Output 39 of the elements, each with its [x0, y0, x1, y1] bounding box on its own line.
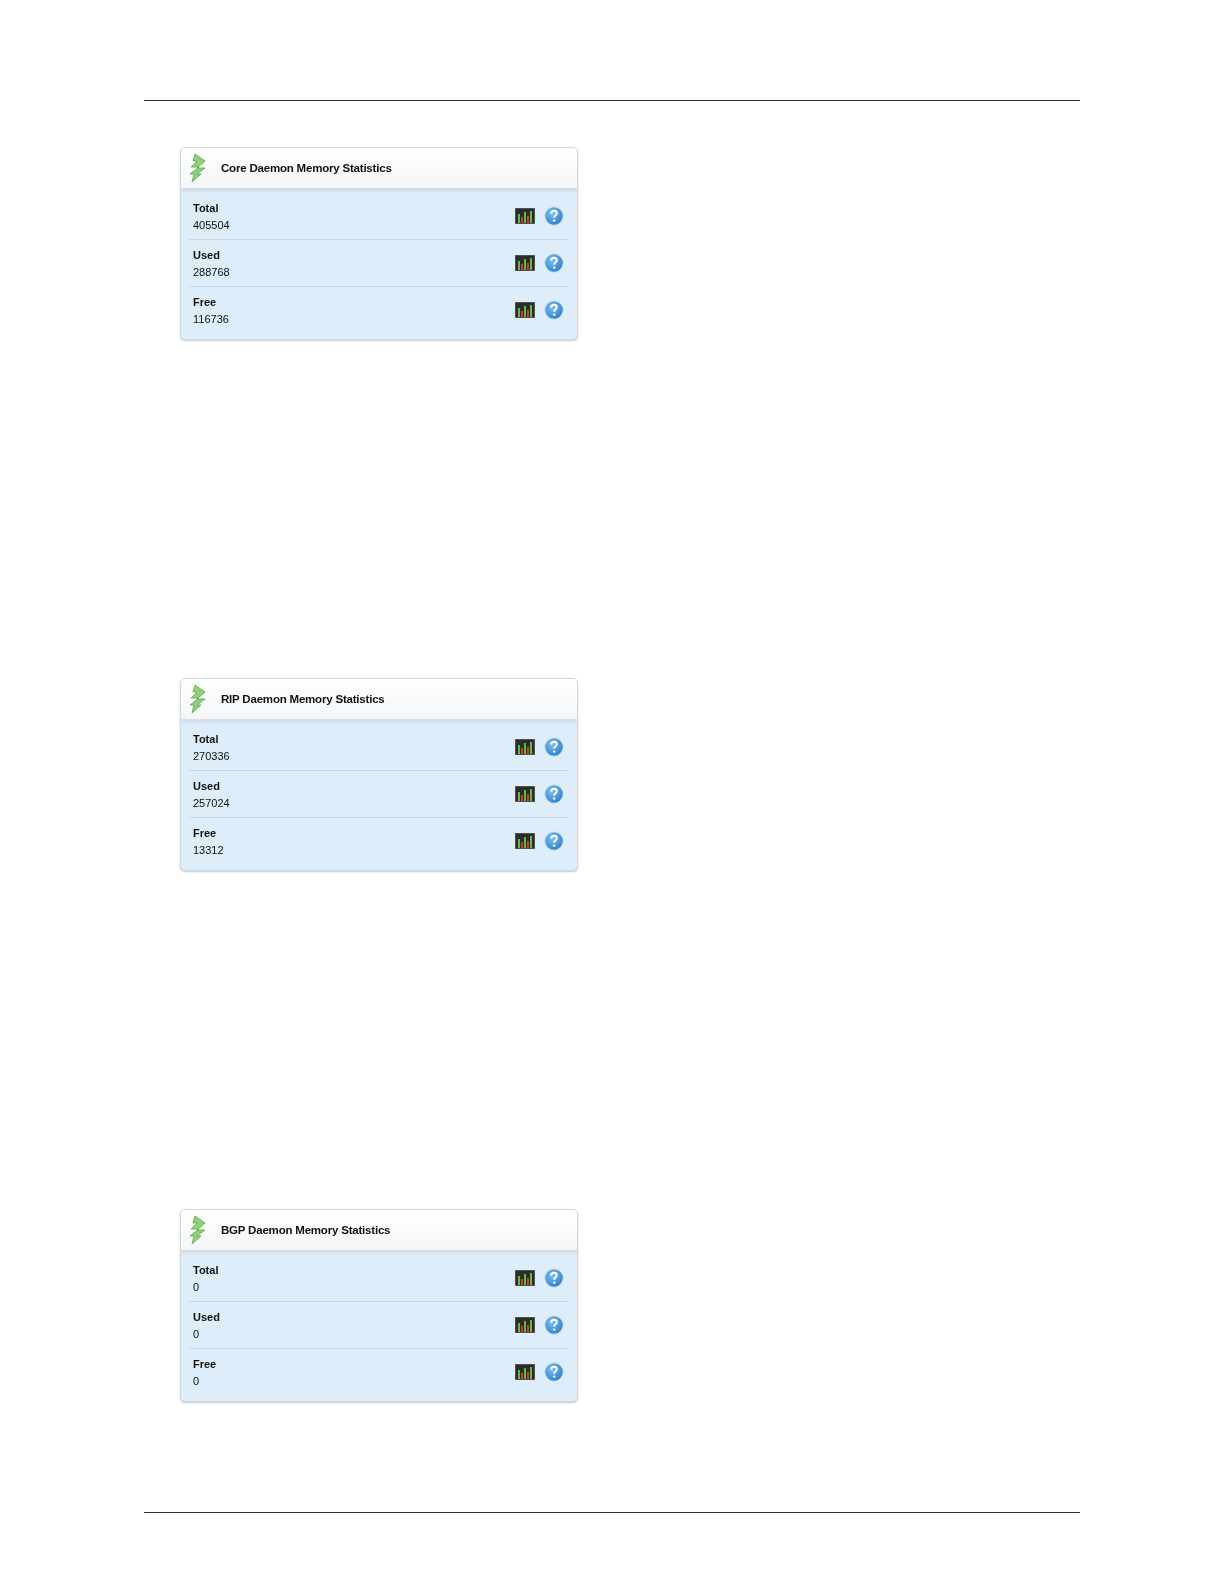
- bar-chart-icon[interactable]: [515, 833, 535, 849]
- stat-label: Total: [193, 201, 220, 214]
- stat-value: 270336: [193, 749, 231, 762]
- help-icon[interactable]: [544, 300, 564, 320]
- bar-chart-icon[interactable]: [515, 255, 535, 271]
- stat-value: 13312: [193, 843, 225, 856]
- stat-value: 116736: [193, 312, 230, 325]
- stat-label: Used: [193, 1310, 221, 1323]
- bar-chart-icon[interactable]: [515, 1270, 535, 1286]
- bar-chart-icon[interactable]: [515, 1317, 535, 1333]
- bar-chart-icon[interactable]: [515, 786, 535, 802]
- help-icon[interactable]: [544, 1362, 564, 1382]
- stat-value: 0: [193, 1280, 201, 1293]
- help-icon[interactable]: [544, 1315, 564, 1335]
- help-icon[interactable]: [544, 737, 564, 757]
- stat-value: 0: [193, 1374, 201, 1387]
- stat-label: Free: [193, 1357, 218, 1370]
- stat-value: 405504: [193, 218, 231, 231]
- stat-label: Total: [193, 732, 220, 745]
- stat-label: Used: [193, 779, 221, 792]
- bar-chart-icon[interactable]: [515, 739, 535, 755]
- stat-label: Free: [193, 826, 218, 839]
- stat-label: Total: [193, 1263, 220, 1276]
- help-icon[interactable]: [544, 831, 564, 851]
- stat-value: 288768: [193, 265, 231, 278]
- stat-label: Used: [193, 248, 221, 261]
- help-icon[interactable]: [544, 206, 564, 226]
- panel-title: Core Daemon Memory Statistics: [221, 162, 392, 174]
- stat-value: 0: [193, 1327, 201, 1340]
- bar-chart-icon[interactable]: [515, 1364, 535, 1380]
- help-icon[interactable]: [544, 253, 564, 273]
- panel-title: RIP Daemon Memory Statistics: [221, 693, 385, 705]
- panel-title: BGP Daemon Memory Statistics: [221, 1224, 391, 1236]
- bar-chart-icon[interactable]: [515, 208, 535, 224]
- stat-label: Free: [193, 295, 218, 308]
- bar-chart-icon[interactable]: [515, 302, 535, 318]
- stat-value: 257024: [193, 796, 231, 809]
- help-icon[interactable]: [544, 784, 564, 804]
- help-icon[interactable]: [544, 1268, 564, 1288]
